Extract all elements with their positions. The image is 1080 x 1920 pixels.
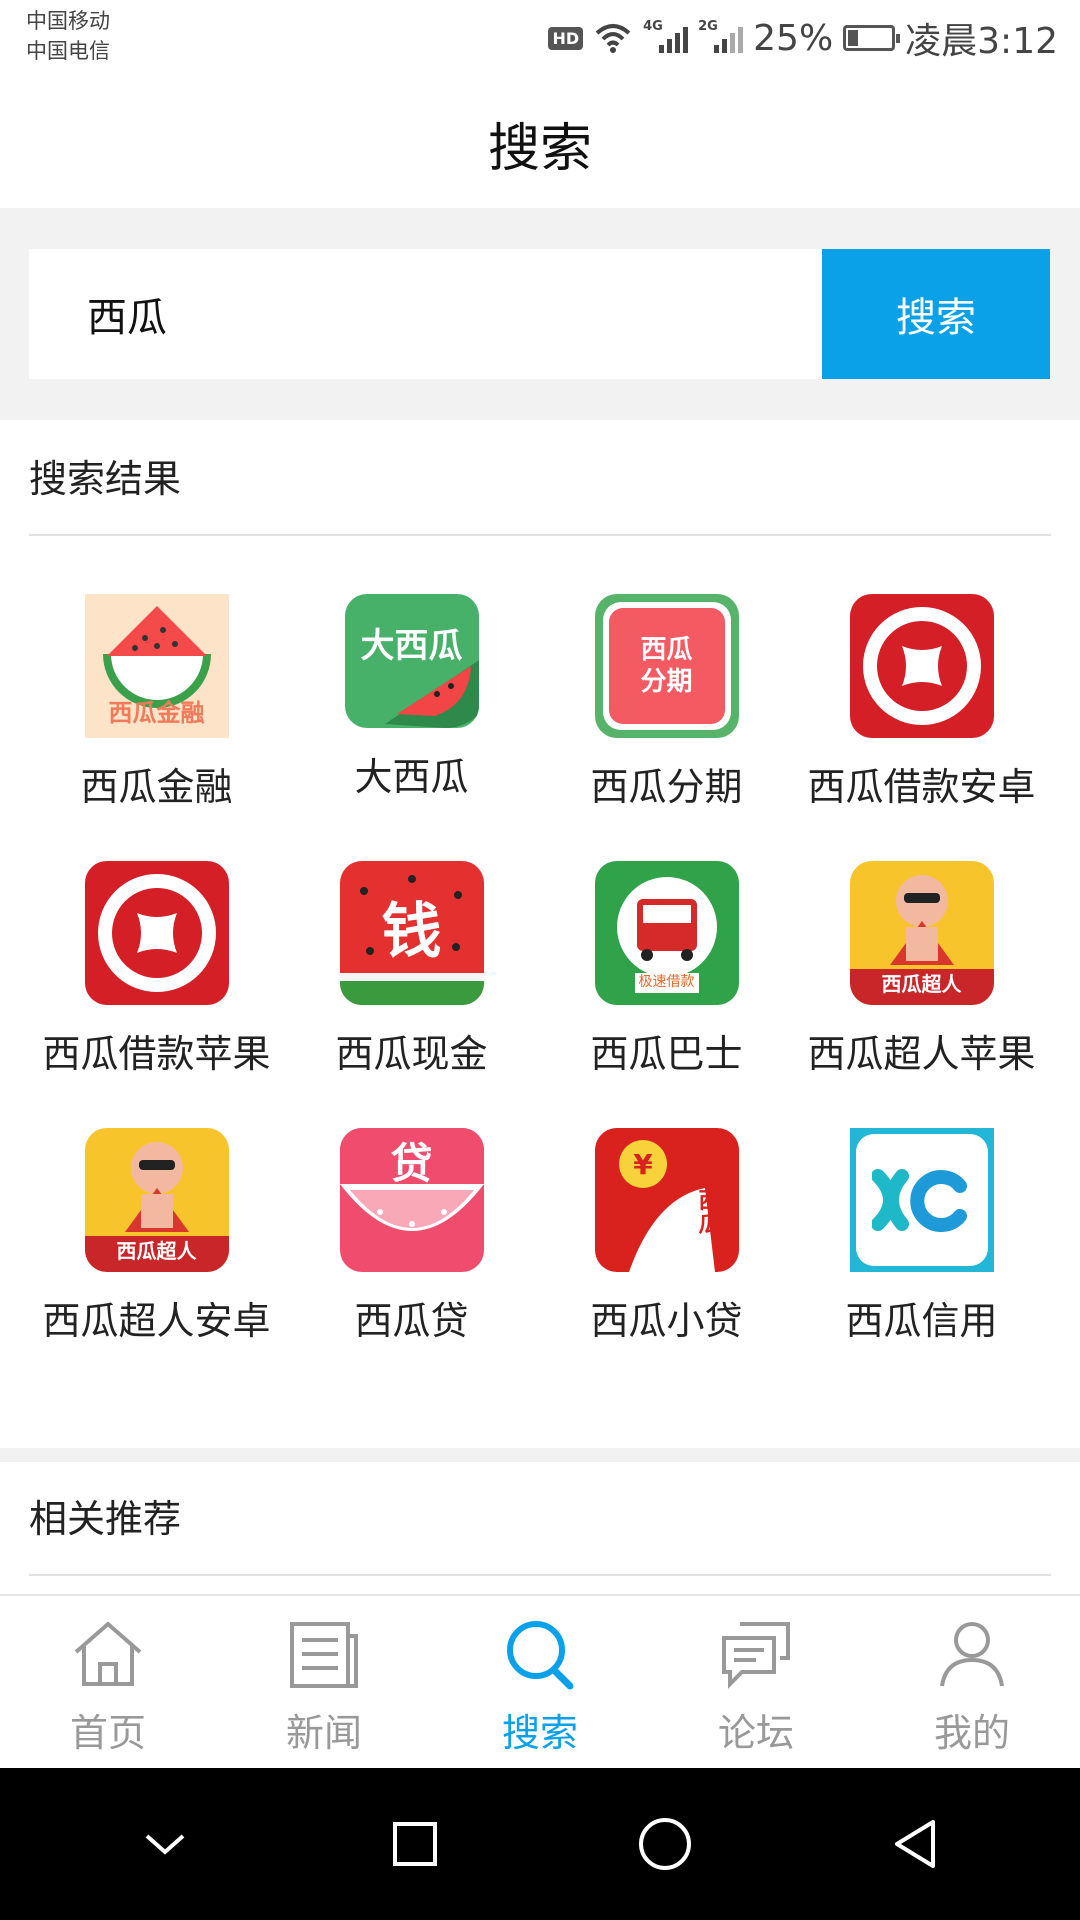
- carrier-info: 中国移动 中国电信: [26, 6, 110, 66]
- nav-label: 首页: [69, 1711, 146, 1755]
- app-item[interactable]: 西瓜分期 西瓜分期: [539, 594, 794, 861]
- watermelon-money-icon: 钱: [339, 861, 484, 1005]
- results-divider: [29, 534, 1051, 536]
- nav-label: 我的: [933, 1711, 1010, 1755]
- watermelon-pattern-icon: 西瓜分期: [594, 594, 739, 738]
- app-name: 西瓜借款安卓: [807, 765, 1036, 809]
- section-separator: [0, 1448, 1080, 1462]
- signal-4g-icon: 4G: [643, 19, 689, 53]
- news-icon: [290, 1622, 358, 1688]
- app-name: 大西瓜: [354, 755, 469, 799]
- app-icon-text: 大西瓜: [360, 626, 463, 666]
- app-item[interactable]: 西瓜金融 西瓜金融: [29, 594, 284, 861]
- app-name: 西瓜超人安卓: [42, 1299, 271, 1343]
- app-name: 西瓜借款苹果: [42, 1032, 271, 1076]
- watermelon-green-icon: 大西瓜: [344, 594, 479, 728]
- recommend-title: 相关推荐: [29, 1497, 182, 1541]
- search-input[interactable]: 西瓜: [29, 249, 823, 379]
- app-icon-text: 西瓜: [698, 1189, 721, 1238]
- app-item[interactable]: 西瓜借款安卓: [794, 594, 1049, 861]
- search-section: 西瓜 搜索: [0, 208, 1080, 420]
- nav-news[interactable]: 新闻: [216, 1596, 432, 1768]
- back-triangle-icon[interactable]: [883, 1812, 947, 1876]
- zipper-money-icon: ¥ 西瓜: [594, 1128, 739, 1272]
- app-icon-text: 钱: [381, 896, 442, 967]
- nav-label: 论坛: [717, 1711, 794, 1755]
- header: 搜索: [0, 78, 1080, 208]
- results-title: 搜索结果: [29, 457, 182, 501]
- search-button[interactable]: 搜索: [822, 249, 1050, 379]
- nav-label: 新闻: [285, 1711, 362, 1755]
- coin-red-icon: [84, 861, 229, 1005]
- app-name: 西瓜贷: [354, 1299, 469, 1343]
- forum-icon: [722, 1622, 790, 1689]
- coin-red-icon: [849, 594, 994, 738]
- svg-text:¥: ¥: [633, 1148, 653, 1181]
- app-item[interactable]: ¥ 西瓜 西瓜小贷: [539, 1128, 794, 1395]
- wifi-icon: [595, 24, 631, 53]
- app-icon-text: 西瓜金融: [108, 699, 205, 727]
- status-bar: 中国移动 中国电信 HD 4G 2G 25% 凌晨3:12: [0, 0, 1080, 78]
- app-name: 西瓜信用: [845, 1299, 998, 1343]
- nav-search[interactable]: 搜索: [432, 1596, 648, 1768]
- home-icon: [74, 1621, 142, 1686]
- app-item[interactable]: 西瓜超人 西瓜超人苹果: [794, 861, 1049, 1128]
- app-icon-text: 西瓜分期: [640, 635, 693, 697]
- recents-square-icon[interactable]: [383, 1812, 447, 1876]
- app-item[interactable]: 西瓜信用: [794, 1128, 1049, 1395]
- watermelon-loan-icon: 贷: [339, 1128, 484, 1272]
- pig-superhero-icon: 西瓜超人: [849, 861, 994, 1005]
- search-input-value: 西瓜: [87, 295, 167, 341]
- app-name: 西瓜现金: [335, 1032, 488, 1076]
- nav-home[interactable]: 首页: [0, 1596, 216, 1768]
- app-name: 西瓜超人苹果: [807, 1032, 1036, 1076]
- app-name: 西瓜分期: [590, 765, 743, 809]
- carrier-2: 中国电信: [26, 39, 110, 63]
- app-name: 西瓜金融: [80, 765, 233, 809]
- app-icon-text: 贷: [390, 1139, 433, 1188]
- xc-logo-icon: [849, 1128, 994, 1272]
- profile-icon: [940, 1622, 1004, 1687]
- system-nav-bar: [0, 1768, 1080, 1920]
- app-name: 西瓜巴士: [590, 1032, 743, 1076]
- app-item[interactable]: 钱 西瓜现金: [284, 861, 539, 1128]
- clock: 凌晨3:12: [905, 21, 1058, 62]
- app-item[interactable]: 西瓜超人 西瓜超人安卓: [29, 1128, 284, 1395]
- pig-superhero-icon: 西瓜超人: [84, 1128, 229, 1272]
- page-title: 搜索: [487, 118, 592, 179]
- search-results: 搜索结果 西瓜金融 西瓜金融 大西瓜 大西瓜 西瓜分期 西瓜分期 西瓜借款安卓 …: [0, 420, 1080, 1450]
- nav-forum[interactable]: 论坛: [648, 1596, 864, 1768]
- app-item[interactable]: 贷 西瓜贷: [284, 1128, 539, 1395]
- carrier-1: 中国移动: [26, 9, 110, 33]
- chevron-down-icon[interactable]: [133, 1812, 197, 1876]
- search-icon: [507, 1621, 574, 1690]
- signal-2g-icon: 2G: [698, 19, 744, 53]
- hd-badge: HD: [548, 26, 584, 50]
- battery-icon: [843, 25, 901, 51]
- app-icon-text: 极速借款: [638, 974, 695, 990]
- home-circle-icon[interactable]: [633, 1812, 697, 1876]
- app-icon-text: 西瓜超人: [881, 972, 962, 996]
- app-item[interactable]: 极速借款 西瓜巴士: [539, 861, 794, 1128]
- recommend-divider: [29, 1574, 1051, 1576]
- app-grid: 西瓜金融 西瓜金融 大西瓜 大西瓜 西瓜分期 西瓜分期 西瓜借款安卓 西瓜借款苹…: [0, 594, 1080, 1395]
- watermelon-slice-icon: 西瓜金融: [84, 594, 229, 738]
- battery-percent: 25%: [753, 17, 834, 59]
- bottom-nav: 首页 新闻 搜索 论坛 我的: [0, 1594, 1080, 1768]
- status-icons: HD 4G 2G 25% 凌晨3:12: [548, 10, 1058, 66]
- app-item[interactable]: 大西瓜 大西瓜: [284, 594, 539, 861]
- app-name: 西瓜小贷: [590, 1299, 743, 1343]
- app-icon-text: 西瓜超人: [116, 1239, 197, 1263]
- app-item[interactable]: 西瓜借款苹果: [29, 861, 284, 1128]
- bus-icon: 极速借款: [594, 861, 739, 1005]
- nav-label: 搜索: [501, 1711, 578, 1755]
- nav-profile[interactable]: 我的: [864, 1596, 1080, 1768]
